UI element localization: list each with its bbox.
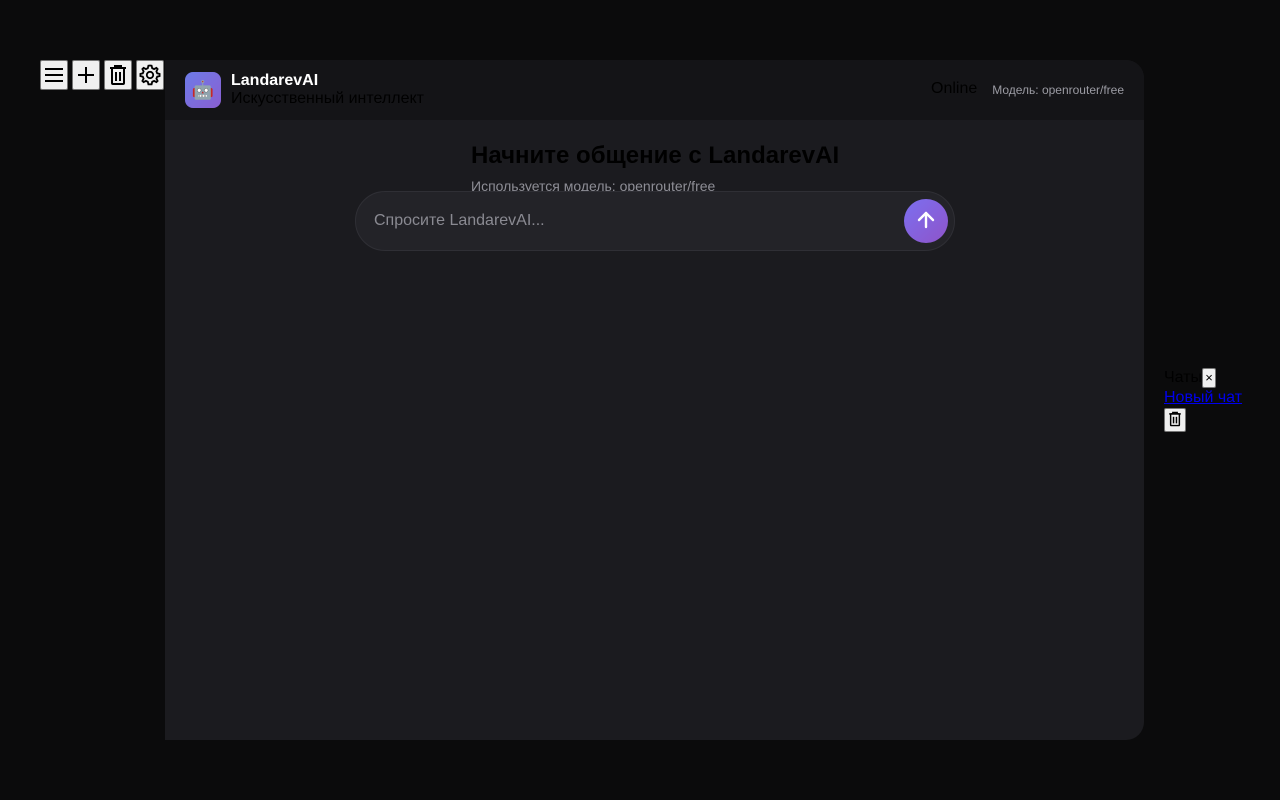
message-composer — [355, 191, 955, 251]
delete-chat-button[interactable] — [104, 60, 132, 90]
status-badge: Online — [931, 80, 978, 97]
top-toolbar — [40, 60, 164, 90]
brand: LandarevAI Искусственный интеллект — [231, 72, 424, 108]
gear-icon — [138, 63, 162, 87]
trash-icon — [109, 64, 127, 86]
new-chat-button[interactable] — [72, 60, 100, 90]
brand-subtitle: Искусственный интеллект — [231, 90, 424, 107]
message-input[interactable] — [372, 211, 904, 231]
robot-icon: 🤖 — [185, 72, 221, 108]
delete-chats-button[interactable] — [1164, 408, 1186, 432]
plus-icon — [77, 66, 95, 84]
menu-icon — [44, 66, 64, 84]
new-chat-link[interactable]: Новый чат — [1164, 388, 1242, 408]
welcome-block: Начните общение с LandarevAI Используетс… — [471, 142, 839, 194]
chats-panel-title: Чаты — [1164, 369, 1203, 386]
arrow-up-icon — [916, 210, 936, 233]
trash-icon — [1168, 411, 1182, 430]
close-panel-button[interactable]: × — [1202, 368, 1217, 388]
chats-panel: Чаты × Новый чат — [1164, 368, 1242, 432]
chats-panel-header: Чаты × — [1164, 368, 1242, 388]
chat-window: 🤖 LandarevAI Искусственный интеллект Onl… — [165, 60, 1144, 740]
send-button[interactable] — [904, 199, 948, 243]
menu-button[interactable] — [40, 60, 68, 90]
brand-name: LandarevAI — [231, 72, 319, 89]
welcome-title: Начните общение с LandarevAI — [471, 142, 840, 169]
settings-button[interactable] — [136, 60, 164, 90]
chat-header: 🤖 LandarevAI Искусственный интеллект Onl… — [165, 60, 1144, 120]
model-label: Модель: openrouter/free — [992, 83, 1124, 97]
